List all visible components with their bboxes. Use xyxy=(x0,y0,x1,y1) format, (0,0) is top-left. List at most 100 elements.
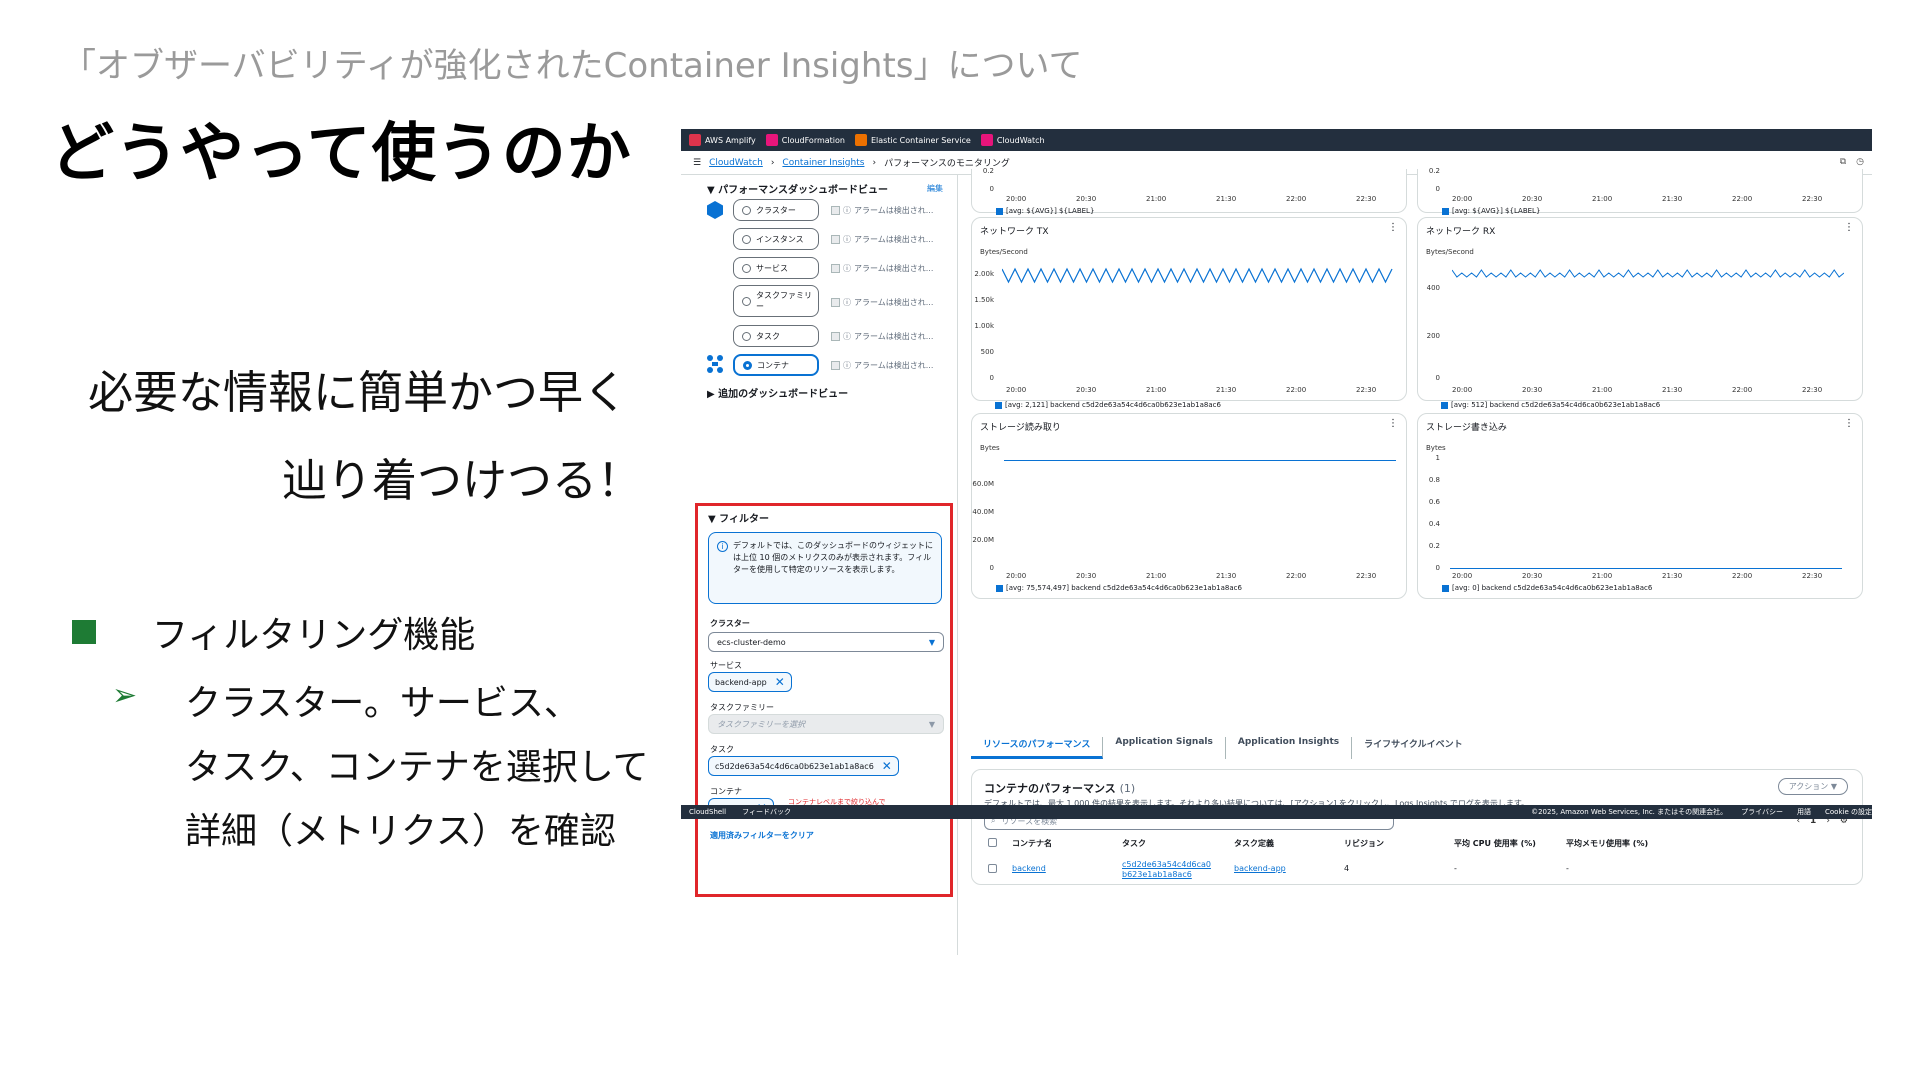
x-tick: 22:00 xyxy=(1732,195,1753,203)
breadcrumb-cloudwatch[interactable]: CloudWatch xyxy=(709,158,763,168)
remove-icon[interactable]: ✕ xyxy=(882,759,892,773)
unit-label: Bytes xyxy=(1426,444,1446,452)
y-tick: 1.50k xyxy=(974,296,994,304)
unit-label: Bytes/Second xyxy=(980,248,1028,256)
tab-resource-performance[interactable]: リソースのパフォーマンス xyxy=(971,737,1104,759)
cookie-link[interactable]: Cookie の設定 xyxy=(1825,807,1872,817)
col-task-definition[interactable]: タスク定義 xyxy=(1234,838,1274,849)
y-tick: 500 xyxy=(980,348,994,356)
y-tick: 0 xyxy=(1435,374,1440,382)
menu-icon[interactable]: ☰ xyxy=(693,158,701,168)
privacy-link[interactable]: プライバシー xyxy=(1741,807,1783,817)
legend-read: [avg: 75,574,497] backend c5d2de63a54c4d… xyxy=(996,584,1242,592)
alarm-status: ⓘ アラームは検出され... xyxy=(831,331,933,342)
col-memory[interactable]: 平均メモリ使用率 (%) xyxy=(1566,838,1648,849)
more-icon[interactable]: ⋮ xyxy=(1844,222,1854,233)
sub-bullet-line-2: タスク、コンテナを選択して xyxy=(185,747,649,788)
col-cpu[interactable]: 平均 CPU 使用率 (%) xyxy=(1454,838,1536,849)
service-nav-bar: AWS Amplify CloudFormation Elastic Conta… xyxy=(681,129,1872,151)
y-tick: 0.2 xyxy=(982,167,994,175)
container-icon xyxy=(707,355,723,373)
nav-cloudformation[interactable]: CloudFormation xyxy=(765,134,845,146)
cell-cpu: - xyxy=(1454,864,1457,873)
additional-views-toggle[interactable]: ▶ 追加のダッシュボードビュー xyxy=(707,385,848,400)
cluster-label: クラスター xyxy=(710,619,750,628)
cell-task-definition[interactable]: backend-app xyxy=(1234,864,1286,873)
level-container[interactable]: コンテナ xyxy=(733,354,819,376)
select-all-checkbox[interactable] xyxy=(988,838,997,847)
breadcrumb-container-insights[interactable]: Container Insights xyxy=(782,158,864,168)
feedback-link[interactable]: フィードバック xyxy=(742,807,791,817)
alarm-status: ⓘ アラームは検出され... xyxy=(831,234,933,245)
bullet-text: フィルタリング機能 xyxy=(152,615,476,656)
y-tick: 0 xyxy=(989,185,994,193)
tab-lifecycle-events[interactable]: ライフサイクルイベント xyxy=(1352,737,1475,759)
alarm-status: ⓘ アラームは検出され... xyxy=(831,263,933,274)
panel-top-left: 0.2 0 20:00 20:30 21:00 21:30 22:00 22:30 [av… xyxy=(971,167,1407,215)
col-revision[interactable]: リビジョン xyxy=(1344,838,1384,849)
y-tick: 200 xyxy=(1426,332,1440,340)
tab-application-signals[interactable]: Application Signals xyxy=(1103,737,1226,759)
y-tick: 0 xyxy=(989,564,994,572)
square-bullet-icon xyxy=(72,620,96,644)
clear-filters-link[interactable]: 適用済みフィルターをクリア xyxy=(710,830,814,841)
external-link-icon[interactable]: ⧉ xyxy=(1840,157,1846,167)
cell-task[interactable]: c5d2de63a54c4d6ca0b623e1ab1a8ac6 xyxy=(1122,860,1212,880)
cluster-select[interactable]: ecs-cluster-demo ▼ xyxy=(708,632,944,652)
lead-line-2: 辿り着つけつる！ xyxy=(282,454,643,507)
container-performance-table: コンテナのパフォーマンス (1) デフォルトでは、最大 1,000 件の結果を表… xyxy=(971,769,1863,885)
cell-memory: - xyxy=(1566,864,1569,873)
tab-bar: リソースのパフォーマンス Application Signals Applica… xyxy=(971,737,1475,759)
dashboard-view-header[interactable]: ▼ パフォーマンスダッシュボードビュー xyxy=(707,181,888,196)
edit-link[interactable]: 編集 xyxy=(927,183,943,194)
legend-tx: [avg: 2,121] backend c5d2de63a54c4d6ca0b… xyxy=(995,401,1221,409)
panel-title: ネットワーク TX xyxy=(980,227,1049,237)
tab-application-insights[interactable]: Application Insights xyxy=(1226,737,1353,759)
slide-subtitle: 「オブザーバビリティが強化されたContainer Insights」について xyxy=(62,46,1083,86)
cell-container-name[interactable]: backend xyxy=(1012,864,1046,873)
more-icon[interactable]: ⋮ xyxy=(1388,418,1398,429)
row-checkbox[interactable] xyxy=(988,864,997,873)
container-label: コンテナ xyxy=(710,787,742,796)
service-token[interactable]: backend-app ✕ xyxy=(708,672,792,692)
legend-write: [avg: 0] backend c5d2de63a54c4d6ca0b623e… xyxy=(1442,584,1652,592)
remove-icon[interactable]: ✕ xyxy=(775,675,785,689)
actions-button[interactable]: アクション ▼ xyxy=(1777,778,1848,795)
y-tick: 0.6 xyxy=(1428,498,1440,506)
nav-cloudwatch[interactable]: CloudWatch xyxy=(980,134,1045,146)
task-family-select[interactable]: タスクファミリーを選択 ▼ xyxy=(708,714,944,734)
read-line xyxy=(1004,460,1396,461)
time-icon[interactable]: ◷ xyxy=(1856,157,1864,167)
level-task[interactable]: タスク xyxy=(733,325,819,347)
nav-amplify[interactable]: AWS Amplify xyxy=(689,134,756,146)
y-tick: 0 xyxy=(1435,185,1440,193)
x-tick: 22:00 xyxy=(1286,195,1307,203)
level-task-family[interactable]: タスクファミリー xyxy=(733,285,819,317)
more-icon[interactable]: ⋮ xyxy=(1388,222,1398,233)
caret-down-icon: ▼ xyxy=(928,637,935,647)
level-cluster[interactable]: クラスター xyxy=(733,199,819,221)
col-container-name[interactable]: コンテナ名 xyxy=(1012,838,1052,849)
task-token[interactable]: c5d2de63a54c4d6ca0b623e1ab1a8ac6 ✕ xyxy=(708,756,899,776)
nav-ecs[interactable]: Elastic Container Service xyxy=(855,134,971,146)
x-tick: 22:30 xyxy=(1802,195,1823,203)
task-family-label: タスクファミリー xyxy=(710,703,774,712)
service-label: サービス xyxy=(710,661,742,670)
legend: [avg: ${AVG}] ${LABEL} xyxy=(996,207,1094,215)
level-instance[interactable]: インスタンス xyxy=(733,228,819,250)
level-service[interactable]: サービス xyxy=(733,257,819,279)
more-icon[interactable]: ⋮ xyxy=(1844,418,1854,429)
y-tick: 0 xyxy=(989,374,994,382)
write-line xyxy=(1450,568,1842,569)
lead-line-1: 必要な情報に簡単かつ早く xyxy=(88,366,629,419)
panel-title: ストレージ書き込み xyxy=(1426,423,1507,433)
terms-link[interactable]: 用語 xyxy=(1797,807,1811,817)
rx-line xyxy=(1452,269,1844,278)
filter-header[interactable]: ▼ フィルター xyxy=(708,510,769,525)
col-task[interactable]: タスク xyxy=(1122,838,1146,849)
cloudshell-link[interactable]: CloudShell xyxy=(689,808,726,816)
x-tick: 21:00 xyxy=(1146,195,1167,203)
info-icon: i xyxy=(717,541,728,552)
y-tick: 0.4 xyxy=(1428,520,1440,528)
alarm-status: ⓘ アラームは検出され... xyxy=(831,360,933,371)
